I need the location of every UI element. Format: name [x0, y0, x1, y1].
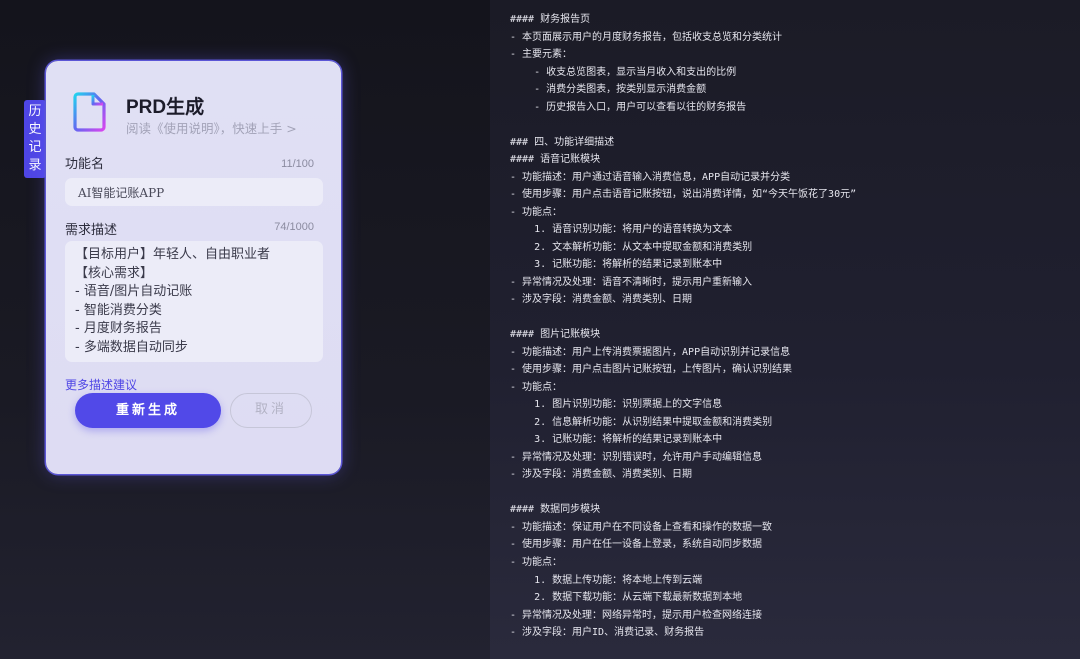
description-line: - 智能消费分类 — [75, 302, 162, 318]
description-line: - 语音/图片自动记账 — [75, 284, 193, 300]
description-line: - 月度财务报告 — [75, 321, 162, 337]
history-tab-char: 历 — [28, 104, 42, 119]
prd-document-text: #### 财务报告页 - 本页面展示用户的月度财务报告，包括收支总览和分类统计 - … — [510, 11, 1070, 642]
document-line: - 涉及字段：消费金额、消费类别、日期 — [510, 469, 693, 481]
document-line: - 功能描述：用户通过语音输入消费信息，APP自动记录并分类 — [510, 171, 791, 183]
document-line: 1. 数据上传功能：将本地上传到云端 — [510, 574, 703, 586]
history-tab-char: 记 — [28, 140, 42, 155]
document-line: - 使用步骤：用户点击图片记账按钮，上传图片，确认识别结果 — [510, 364, 793, 376]
feature-name-input[interactable]: AI智能记账APP — [65, 178, 323, 206]
prd-document-panel: #### 财务报告页 - 本页面展示用户的月度财务报告，包括收支总览和分类统计 - … — [490, 0, 1080, 659]
document-line: - 使用步骤：用户在任一设备上登录，系统自动同步数据 — [510, 539, 763, 551]
description-textarea[interactable]: 【目标用户】年轻人、自由职业者 【核心需求】 - 语音/图片自动记账 - 智能消费分类… — [65, 241, 323, 362]
history-tab-char: 录 — [28, 158, 42, 173]
document-line: - 收支总览图表，显示当月收入和支出的比例 — [510, 66, 737, 78]
document-line: ### 四、功能详细描述 — [510, 136, 615, 148]
document-line: - 功能点： — [510, 206, 563, 218]
feature-name-counter: 11/100 — [281, 158, 314, 170]
document-line: #### 财务报告页 — [510, 14, 591, 25]
prd-generator-panel: PRD生成 阅读《使用说明》，快速上手 > 功能名 11/100 AI智能记账A… — [46, 61, 341, 474]
document-line: - 功能点： — [510, 381, 563, 393]
document-line: - 异常情况及处理：识别错误时，允许用户手动编辑信息 — [510, 451, 763, 463]
document-line: - 主要元素： — [510, 49, 573, 61]
description-line: 【核心需求】 — [75, 265, 154, 281]
document-line: #### 数据同步模块 — [510, 504, 601, 516]
document-line: #### 语音记账模块 — [510, 154, 601, 166]
document-line: - 消费分类图表，按类别显示消费金额 — [510, 84, 707, 96]
description-label: 需求描述 — [65, 223, 118, 238]
history-tab[interactable]: 历史记录 — [24, 100, 46, 178]
document-line: 2. 信息解析功能：从识别结果中提取金额和消费类别 — [510, 416, 773, 428]
document-line: #### 图片记账模块 — [510, 329, 601, 341]
document-line: - 本页面展示用户的月度财务报告，包括收支总览和分类统计 — [510, 31, 783, 43]
document-line: - 异常情况及处理：语音不清晰时，提示用户重新输入 — [510, 276, 753, 288]
document-line: - 功能描述：保证用户在不同设备上查看和操作的数据一致 — [510, 521, 773, 533]
description-line: 【目标用户】年轻人、自由职业者 — [75, 247, 271, 262]
history-tab-char: 史 — [28, 122, 42, 137]
cancel-button[interactable]: 取消 — [230, 393, 312, 428]
document-line: 3. 记账功能：将解析的结果记录到账本中 — [510, 259, 723, 271]
document-line: 1. 语音识别功能：将用户的语音转换为文本 — [510, 224, 733, 236]
description-counter: 74/1000 — [274, 221, 314, 233]
description-line: - 多端数据自动同步 — [75, 339, 188, 355]
feature-name-label: 功能名 — [65, 157, 105, 172]
document-line: - 异常情况及处理：网络异常时，提示用户检查网络连接 — [510, 609, 763, 621]
regenerate-button[interactable]: 重新生成 — [75, 393, 221, 428]
more-suggestions-link[interactable]: 更多描述建议 — [65, 376, 137, 393]
document-line: - 使用步骤：用户点击语音记账按钮，说出消费详情，如“今天午饭花了30元” — [510, 189, 857, 201]
document-icon — [73, 92, 106, 132]
document-line: - 涉及字段：用户ID、消费记录、财务报告 — [510, 627, 705, 639]
document-line: 2. 数据下载功能：从云端下载最新数据到本地 — [510, 592, 743, 604]
document-line: - 功能描述：用户上传消费票据图片，APP自动识别并记录信息 — [510, 346, 791, 358]
usage-guide-link[interactable]: 阅读《使用说明》，快速上手 > — [126, 118, 297, 137]
document-line: 1. 图片识别功能：识别票据上的文字信息 — [510, 399, 723, 411]
document-line: - 历史报告入口，用户可以查看以往的财务报告 — [510, 101, 747, 113]
document-line: 3. 记账功能：将解析的结果记录到账本中 — [510, 434, 723, 446]
document-line: 2. 文本解析功能：从文本中提取金额和消费类别 — [510, 241, 753, 253]
panel-title: PRD生成 — [126, 97, 205, 118]
document-line: - 功能点： — [510, 556, 563, 568]
document-line: - 涉及字段：消费金额、消费类别、日期 — [510, 294, 693, 306]
